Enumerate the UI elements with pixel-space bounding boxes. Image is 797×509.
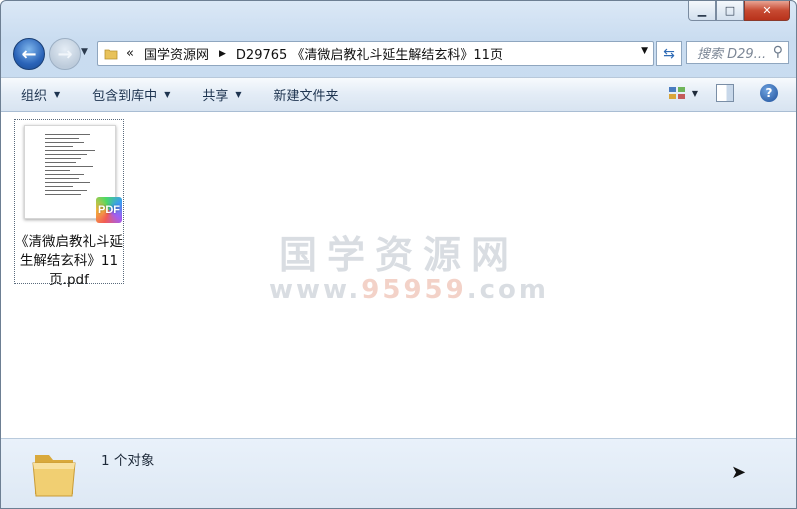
minimize-button[interactable]: ▁ [688, 1, 716, 21]
thumbnail-text-lines [45, 134, 101, 198]
share-menu[interactable]: 共享 ▼ [202, 85, 241, 104]
watermark-url-prefix: www. [269, 275, 362, 305]
mouse-cursor-icon: ➤ [731, 462, 747, 483]
search-icon[interactable]: ⚲ [773, 44, 783, 60]
search-placeholder: 搜索 D29... [697, 47, 767, 62]
navigation-bar: ← → ▼ « 国学资源网 ▶ D29765 《清微启教礼斗延生解结玄科》11页… [9, 37, 789, 70]
file-name-label[interactable]: 《清微启教礼斗延生解结玄科》11页.pdf [15, 233, 123, 290]
forward-arrow-icon: → [57, 43, 73, 65]
chevron-down-icon: ▼ [164, 90, 171, 99]
item-count: 1 个对象 [101, 453, 155, 469]
watermark-url-number: 95959 [361, 275, 467, 305]
refresh-icon: ⇆ [663, 45, 675, 62]
view-icon[interactable] [668, 86, 686, 100]
preview-pane-icon[interactable] [716, 84, 734, 102]
breadcrumb-overflow[interactable]: « [126, 46, 134, 61]
view-dropdown[interactable]: ▼ [692, 89, 698, 98]
search-input[interactable]: 搜索 D29... ⚲ [686, 41, 789, 64]
watermark-url: www.95959.com [269, 275, 546, 305]
back-arrow-icon: ← [21, 43, 37, 65]
help-icon[interactable]: ? [760, 84, 778, 102]
breadcrumb-item[interactable]: 国学资源网 [144, 44, 209, 63]
breadcrumb-current[interactable]: D29765 《清微启教礼斗延生解结玄科》11页 [236, 44, 503, 63]
include-library-label: 包含到库中 [92, 89, 158, 104]
back-button[interactable]: ← [13, 38, 45, 70]
details-pane: 1 个对象 [1, 438, 796, 508]
watermark-url-suffix: .com [466, 275, 549, 305]
organize-label: 组织 [21, 89, 48, 104]
close-button[interactable]: ✕ [744, 1, 790, 21]
breadcrumb-separator[interactable]: ▶ [219, 49, 226, 59]
folder-icon [104, 49, 118, 59]
watermark: 国学资源网 www.95959.com [269, 224, 546, 305]
caption-buttons: ▁ □ ✕ [688, 1, 790, 21]
new-folder-label: 新建文件夹 [273, 89, 339, 104]
maximize-button[interactable]: □ [716, 1, 744, 21]
chevron-down-icon: ▼ [54, 90, 61, 99]
explorer-window: ▁ □ ✕ ← → ▼ « 国学资源网 ▶ D29765 《清微启教礼斗延生解结… [0, 0, 797, 509]
watermark-title: 国学资源网 [278, 233, 519, 277]
folder-icon [32, 455, 76, 497]
refresh-button[interactable]: ⇆ [656, 41, 682, 66]
view-controls: ▼ ? [668, 84, 778, 102]
pdf-icon: PDF [96, 197, 122, 223]
file-list[interactable]: PDF 《清微启教礼斗延生解结玄科》11页.pdf 国学资源网 www.9595… [1, 112, 796, 438]
address-dropdown[interactable]: ▼ [641, 46, 648, 56]
include-in-library-menu[interactable]: 包含到库中 ▼ [92, 85, 170, 104]
share-label: 共享 [202, 89, 229, 104]
new-folder-button[interactable]: 新建文件夹 [274, 85, 339, 104]
file-item[interactable]: PDF 《清微启教礼斗延生解结玄科》11页.pdf [14, 119, 124, 288]
command-bar: 组织 ▼ 包含到库中 ▼ 共享 ▼ 新建文件夹 ▼ ? [1, 77, 796, 112]
organize-menu[interactable]: 组织 ▼ [21, 85, 60, 104]
forward-button[interactable]: → [49, 38, 81, 70]
address-bar[interactable]: « 国学资源网 ▶ D29765 《清微启教礼斗延生解结玄科》11页 ▼ [97, 41, 654, 66]
recent-pages-dropdown[interactable]: ▼ [81, 47, 88, 57]
chevron-down-icon: ▼ [235, 90, 242, 99]
